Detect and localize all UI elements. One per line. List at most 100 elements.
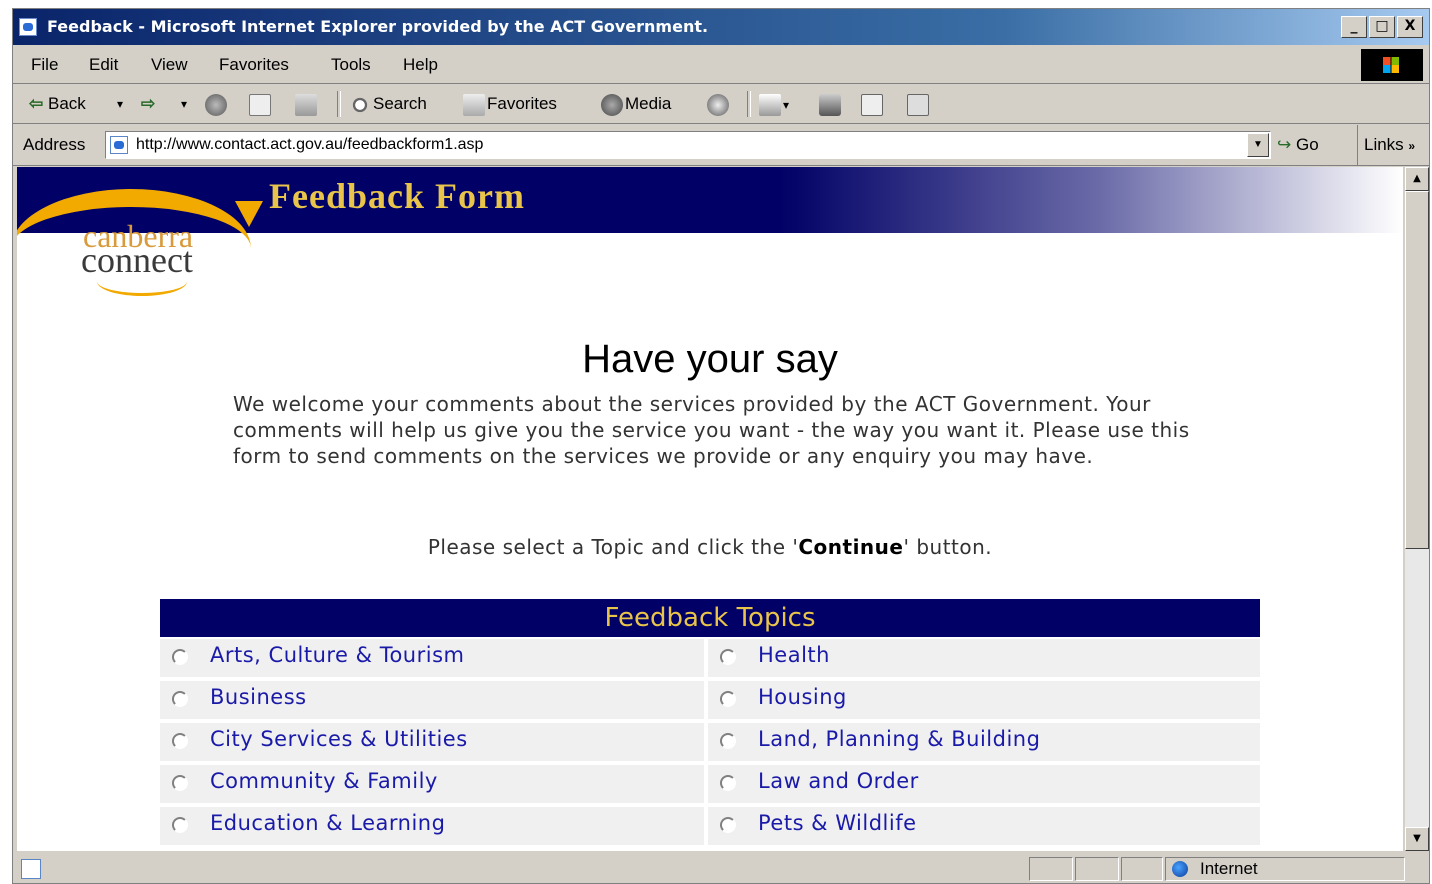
topic-label[interactable]: Housing (758, 685, 847, 709)
logo-swoosh-icon (97, 267, 187, 296)
status-panel (1121, 857, 1163, 881)
stop-button[interactable] (205, 85, 229, 123)
page-content: Feedback Form canberra connect Have your… (17, 167, 1403, 851)
topic-option[interactable]: Education & Learning (160, 807, 704, 845)
topic-label[interactable]: Arts, Culture & Tourism (210, 643, 464, 667)
table-row: Education & Learning Pets & Wildlife (160, 805, 1260, 847)
print-button[interactable] (819, 85, 843, 123)
edit-button[interactable] (861, 85, 885, 123)
media-button[interactable]: Media (601, 85, 671, 123)
back-button[interactable]: ⇦ Back (29, 85, 86, 123)
topic-label[interactable]: Land, Planning & Building (758, 727, 1040, 751)
status-bar: Internet (13, 853, 1429, 883)
menu-edit[interactable]: Edit (89, 47, 118, 83)
history-icon (707, 93, 729, 116)
topic-radio[interactable] (172, 817, 188, 833)
instruction-text: Please select a Topic and click the 'Con… (17, 535, 1403, 559)
mail-icon (759, 93, 781, 116)
topic-label[interactable]: Community & Family (210, 769, 438, 793)
mail-dropdown-icon: ▾ (783, 98, 790, 112)
feedback-topics-heading: Feedback Topics (160, 599, 1260, 637)
search-label: Search (373, 94, 427, 113)
logo-arrow-icon (235, 201, 263, 227)
menu-file[interactable]: File (31, 47, 58, 83)
media-label: Media (625, 94, 672, 113)
search-button[interactable]: Search (349, 85, 427, 123)
back-arrow-icon: ⇦ (29, 94, 44, 113)
menu-view[interactable]: View (151, 47, 188, 83)
minimize-button[interactable]: _ (1341, 16, 1367, 38)
go-label: Go (1295, 135, 1319, 154)
topic-radio[interactable] (172, 649, 188, 665)
intro-paragraph: We welcome your comments about the servi… (233, 392, 1190, 468)
globe-icon (1172, 861, 1188, 877)
table-row: Arts, Culture & Tourism Health (160, 637, 1260, 679)
topic-radio[interactable] (172, 691, 188, 707)
topic-label[interactable]: Business (210, 685, 307, 709)
menu-favorites[interactable]: Favorites (219, 47, 289, 83)
topic-radio[interactable] (720, 649, 736, 665)
topic-label[interactable]: Education & Learning (210, 811, 445, 835)
topic-label[interactable]: Law and Order (758, 769, 919, 793)
status-panel (1029, 857, 1073, 881)
topic-radio[interactable] (720, 775, 736, 791)
topic-radio[interactable] (172, 775, 188, 791)
topic-radio[interactable] (172, 733, 188, 749)
home-icon (295, 93, 317, 116)
address-dropdown-icon[interactable]: ▼ (1247, 133, 1269, 157)
page-header-title: Feedback Form (269, 176, 525, 216)
vertical-scrollbar[interactable]: ▲ ▼ (1405, 167, 1429, 851)
topic-radio[interactable] (720, 733, 736, 749)
discuss-button[interactable] (907, 85, 931, 123)
menu-help[interactable]: Help (403, 47, 438, 83)
scroll-down-icon[interactable]: ▼ (1405, 827, 1429, 851)
topic-option[interactable]: Land, Planning & Building (708, 723, 1260, 761)
scroll-thumb[interactable] (1405, 191, 1429, 549)
ie-page-icon (110, 136, 128, 154)
topic-option[interactable]: Pets & Wildlife (708, 807, 1260, 845)
address-url[interactable]: http://www.contact.act.gov.au/feedbackfo… (136, 132, 483, 158)
forward-dropdown-icon[interactable]: ▾ (181, 85, 187, 123)
favorites-button[interactable]: Favorites (463, 85, 557, 123)
topic-option[interactable]: Housing (708, 681, 1260, 719)
print-icon (819, 93, 841, 116)
topic-option[interactable]: Arts, Culture & Tourism (160, 639, 704, 677)
instruction-after: ' button. (903, 535, 993, 559)
table-row: City Services & Utilities Land, Planning… (160, 721, 1260, 763)
go-button[interactable]: ↪ Go (1277, 125, 1319, 165)
stop-icon (205, 93, 227, 116)
topic-option[interactable]: Health (708, 639, 1260, 677)
instruction-continue: Continue (798, 535, 904, 559)
favorites-icon (463, 93, 485, 116)
ie-page-icon (19, 18, 37, 36)
scroll-up-icon[interactable]: ▲ (1405, 167, 1429, 191)
home-button[interactable] (295, 85, 319, 123)
refresh-button[interactable] (249, 85, 273, 123)
refresh-icon (249, 93, 271, 116)
canberra-connect-logo[interactable]: canberra connect (17, 167, 267, 297)
windows-logo-icon (1361, 49, 1423, 81)
edit-icon (861, 93, 883, 116)
close-button[interactable]: X (1397, 16, 1423, 38)
menu-bar: File Edit View Favorites Tools Help (13, 47, 1429, 84)
address-input[interactable]: http://www.contact.act.gov.au/feedbackfo… (105, 131, 1271, 159)
topic-label[interactable]: Health (758, 643, 830, 667)
topic-label[interactable]: Pets & Wildlife (758, 811, 917, 835)
links-button[interactable]: Links » (1357, 125, 1415, 166)
menu-tools[interactable]: Tools (331, 47, 371, 83)
topic-radio[interactable] (720, 691, 736, 707)
instruction-before: Please select a Topic and click the ' (427, 535, 799, 559)
back-dropdown-icon[interactable]: ▾ (117, 85, 123, 123)
topic-radio[interactable] (720, 817, 736, 833)
mail-button[interactable]: ▾ (759, 85, 789, 123)
topic-option[interactable]: Business (160, 681, 704, 719)
topic-label[interactable]: City Services & Utilities (210, 727, 468, 751)
history-button[interactable] (707, 85, 731, 123)
topic-option[interactable]: Community & Family (160, 765, 704, 803)
forward-button[interactable]: ⇨ (141, 85, 155, 123)
page-status-icon (21, 859, 41, 879)
topic-option[interactable]: Law and Order (708, 765, 1260, 803)
maximize-button[interactable]: □ (1369, 16, 1395, 38)
favorites-label: Favorites (487, 94, 557, 113)
topic-option[interactable]: City Services & Utilities (160, 723, 704, 761)
